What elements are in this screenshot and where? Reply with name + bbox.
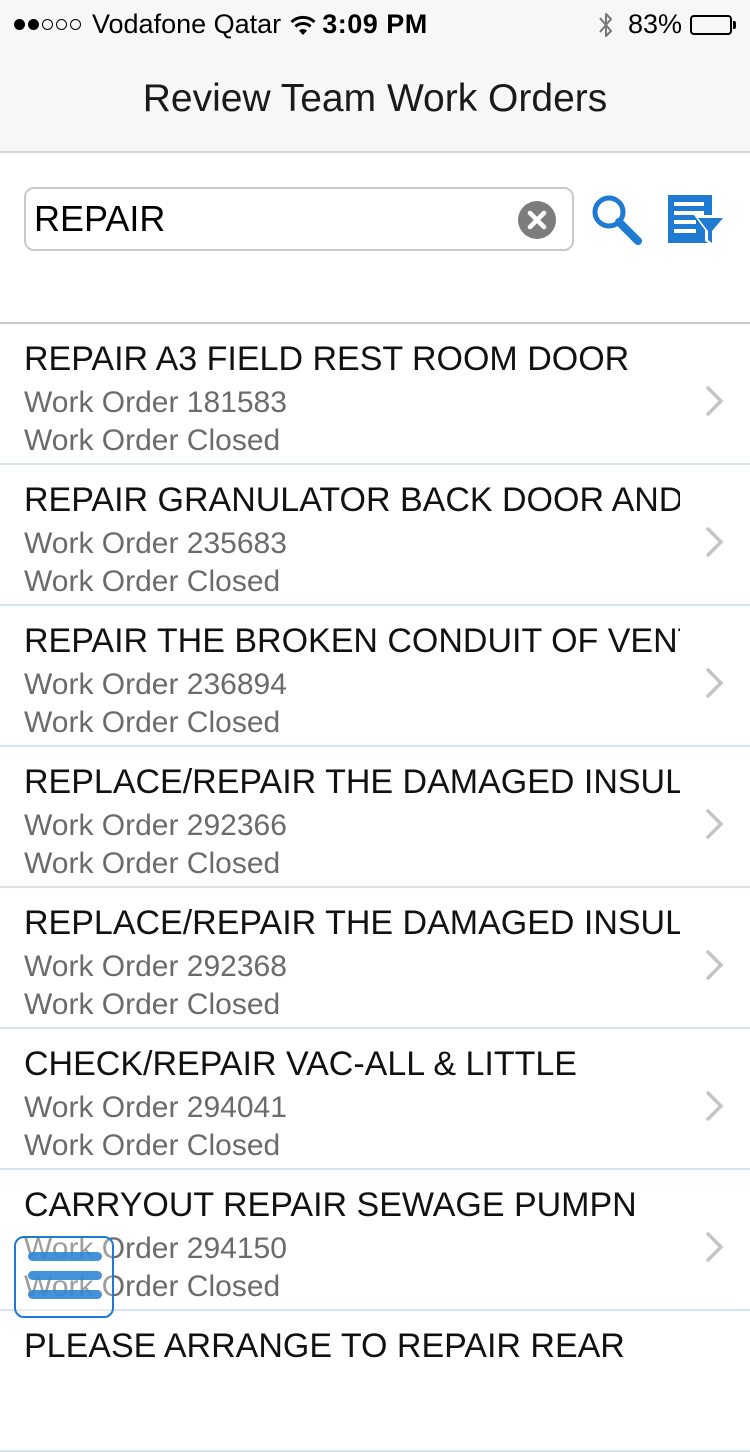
work-order-title: REPAIR A3 FIELD REST ROOM DOOR	[24, 340, 630, 378]
work-order-status: Work Order Closed	[24, 424, 281, 457]
search-input[interactable]	[34, 197, 504, 241]
chevron-right-icon	[706, 527, 724, 557]
search-area	[0, 153, 750, 324]
status-right: 83%	[598, 9, 736, 40]
filter-list-icon[interactable]	[666, 191, 728, 253]
work-order-status: Work Order Closed	[24, 1129, 281, 1162]
navigation-bar: Review Team Work Orders	[0, 50, 750, 153]
bluetooth-icon	[599, 12, 612, 37]
work-order-title: CHECK/REPAIR VAC-ALL & LITTLE	[24, 1045, 577, 1083]
status-bar: Vodafone Qatar 3:09 PM 83%	[0, 0, 750, 50]
work-order-number: Work Order 292366	[24, 809, 287, 842]
work-order-number: Work Order 235683	[24, 527, 287, 560]
chevron-right-icon	[706, 1091, 724, 1121]
work-order-status: Work Order Closed	[24, 988, 281, 1021]
chevron-right-icon	[706, 950, 724, 980]
search-box	[24, 187, 574, 251]
work-order-status: Work Order Closed	[24, 706, 281, 739]
work-order-number: Work Order 236894	[24, 668, 287, 701]
work-order-row[interactable]: REPAIR GRANULATOR BACK DOOR AND Work Ord…	[0, 465, 750, 606]
work-order-row[interactable]: REPLACE/REPAIR THE DAMAGED INSULATION Wo…	[0, 888, 750, 1029]
battery-icon	[690, 14, 736, 35]
work-order-title: REPLACE/REPAIR THE DAMAGED INSULATION	[24, 904, 680, 942]
work-order-number: Work Order 294041	[24, 1091, 287, 1124]
work-order-row[interactable]: REPLACE/REPAIR THE DAMAGED INSULATION Wo…	[0, 747, 750, 888]
work-order-number: Work Order 181583	[24, 386, 287, 419]
work-order-title: REPAIR THE BROKEN CONDUIT OF VENT	[24, 622, 680, 660]
search-icon[interactable]	[588, 191, 644, 247]
work-order-row[interactable]: REPAIR A3 FIELD REST ROOM DOOR Work Orde…	[0, 324, 750, 465]
work-order-row[interactable]: CHECK/REPAIR VAC-ALL & LITTLE Work Order…	[0, 1029, 750, 1170]
work-order-status: Work Order Closed	[24, 565, 281, 598]
work-order-row[interactable]: REPAIR THE BROKEN CONDUIT OF VENT Work O…	[0, 606, 750, 747]
work-order-title: REPLACE/REPAIR THE DAMAGED INSULATION	[24, 763, 680, 801]
chevron-right-icon	[706, 1232, 724, 1262]
work-order-status: Work Order Closed	[24, 847, 281, 880]
clear-circle-icon[interactable]	[517, 200, 557, 240]
chevron-right-icon	[706, 386, 724, 416]
work-order-title: CARRYOUT REPAIR SEWAGE PUMPN	[24, 1186, 637, 1224]
work-order-number: Work Order 292368	[24, 950, 287, 983]
chevron-right-icon	[706, 809, 724, 839]
page-title: Review Team Work Orders	[142, 77, 608, 120]
work-order-row[interactable]: PLEASE ARRANGE TO REPAIR REAR	[0, 1311, 750, 1452]
work-order-title: REPAIR GRANULATOR BACK DOOR AND	[24, 481, 680, 519]
hamburger-menu-icon[interactable]	[14, 1236, 114, 1318]
battery-percent: 83%	[627, 9, 682, 39]
work-order-title: PLEASE ARRANGE TO REPAIR REAR	[24, 1327, 625, 1365]
chevron-right-icon	[706, 668, 724, 698]
